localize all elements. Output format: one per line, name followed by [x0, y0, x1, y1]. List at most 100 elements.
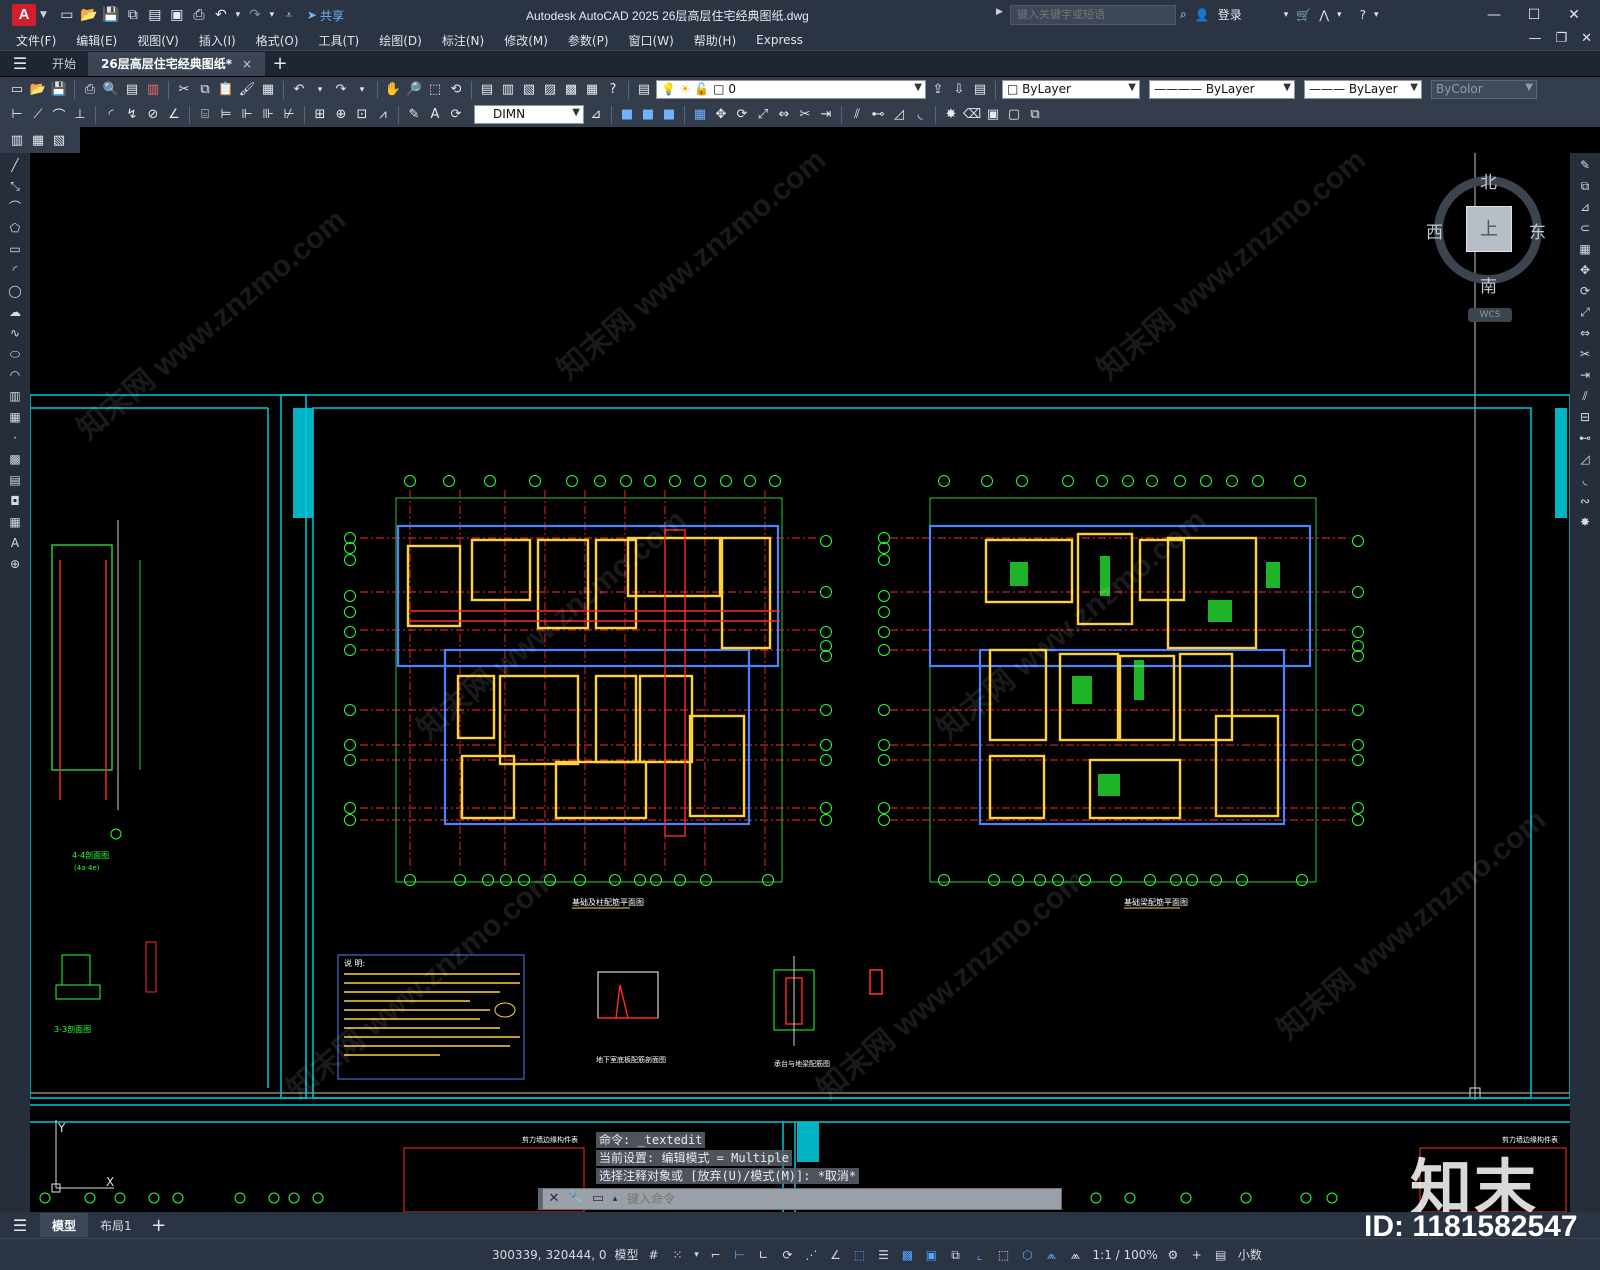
lineweight-dropdown[interactable]: ——— ByLayer ▼	[1304, 80, 1422, 99]
blockeditor-icon[interactable]: ▦	[259, 81, 277, 99]
dim-arc-icon[interactable]: ⌒	[50, 106, 68, 124]
lineweight-icon[interactable]: ☰	[875, 1246, 893, 1264]
chevron-up-icon[interactable]: ▴	[609, 1189, 621, 1209]
command-input[interactable]	[621, 1190, 1061, 1208]
dwf-icon[interactable]: ▥	[144, 81, 162, 99]
polyline-icon[interactable]: ⌒	[6, 198, 24, 216]
gradient-icon[interactable]: ▤	[6, 471, 24, 489]
fillet-icon[interactable]: ◟	[1576, 471, 1594, 489]
dim-baseline-icon[interactable]: ⊨	[217, 106, 235, 124]
minimize-icon[interactable]: —	[1474, 4, 1514, 26]
selection-cycling-icon[interactable]: ▣	[923, 1246, 941, 1264]
qnew-icon[interactable]: ▭	[8, 81, 26, 99]
copy-icon[interactable]: ■	[618, 106, 636, 124]
jogged-linear-icon[interactable]: ⩘	[374, 106, 392, 124]
plot-icon[interactable]: ⎙	[189, 5, 209, 25]
markup-icon[interactable]: ▩	[562, 81, 580, 99]
plot-preview-icon[interactable]: ▣	[167, 5, 187, 25]
save-icon[interactable]: 💾	[50, 81, 68, 99]
snap-icon[interactable]: ⁙	[669, 1246, 687, 1264]
selection-filter-icon[interactable]: ⬚	[995, 1246, 1013, 1264]
insert-block-icon[interactable]: ▥	[8, 131, 26, 149]
dim-update-icon[interactable]: ⟳	[447, 106, 465, 124]
menu-window[interactable]: 窗口(W)	[629, 32, 674, 49]
layer-state-icon[interactable]: ▤	[971, 81, 989, 99]
command-prompt-icon[interactable]: ▭	[587, 1189, 609, 1209]
array-icon[interactable]: ▦	[1576, 240, 1594, 258]
dim-edit-icon[interactable]: ✎	[405, 106, 423, 124]
sheetset-icon[interactable]: ▨	[541, 81, 559, 99]
search-icon[interactable]: ⌕	[1180, 7, 1187, 22]
app-menu-chevron-icon[interactable]: ▼	[40, 10, 47, 20]
menu-parametric[interactable]: 参数(P)	[568, 32, 609, 49]
dynamic-ucs-icon[interactable]: ⌞	[971, 1246, 989, 1264]
dim-space-icon[interactable]: ⊪	[259, 106, 277, 124]
ellipse-arc-icon[interactable]: ◠	[6, 366, 24, 384]
wcs-menu[interactable]: WCS	[1468, 308, 1512, 322]
toolpalettes-icon[interactable]: ▧	[520, 81, 538, 99]
compass-north[interactable]: 北	[1480, 168, 1497, 193]
isodraft-icon[interactable]: ⋰	[803, 1246, 821, 1264]
tolerance-icon[interactable]: ⊞	[311, 106, 329, 124]
rectangle-icon[interactable]: ▭	[6, 240, 24, 258]
saveas-icon[interactable]: ⧉	[123, 5, 143, 25]
break-icon[interactable]: ⊟	[1576, 408, 1594, 426]
join-icon[interactable]: ⊷	[1576, 429, 1594, 447]
menu-insert[interactable]: 插入(I)	[199, 32, 236, 49]
menu-view[interactable]: 视图(V)	[137, 32, 179, 49]
add-layout-icon[interactable]: +	[144, 1215, 174, 1236]
ellipse-icon[interactable]: ⬭	[6, 345, 24, 363]
preview-icon[interactable]: 🔍	[102, 81, 120, 99]
save-icon[interactable]: 💾	[101, 5, 121, 25]
layer-previous-icon[interactable]: ⇩	[950, 81, 968, 99]
make-current-icon[interactable]: ⇪	[929, 81, 947, 99]
ungroup-icon[interactable]: ▢	[1005, 106, 1023, 124]
ortho-icon[interactable]: ∟	[755, 1246, 773, 1264]
chamfer-icon[interactable]: ◿	[1576, 450, 1594, 468]
units-icon[interactable]: ▤	[1212, 1246, 1230, 1264]
redo-dropdown-icon[interactable]: ▾	[267, 5, 277, 25]
dim-continue-icon[interactable]: ⊩	[238, 106, 256, 124]
circle-icon[interactable]: ◯	[6, 282, 24, 300]
mirror-icon[interactable]: ⊿	[1576, 198, 1594, 216]
close-icon[interactable]: ✕	[1554, 4, 1594, 26]
center-mark-icon[interactable]: ⊕	[332, 106, 350, 124]
maximize-icon[interactable]: ☐	[1514, 4, 1554, 26]
tab-close-icon[interactable]: ×	[242, 57, 252, 71]
undo-dropdown-icon[interactable]: ▾	[233, 5, 243, 25]
chamfer-icon[interactable]: ◿	[890, 106, 908, 124]
line-icon[interactable]: ╱	[6, 156, 24, 174]
redo-list-icon[interactable]: ▾	[353, 81, 371, 99]
open-icon[interactable]: 📂	[29, 81, 47, 99]
tab-document[interactable]: 26层高层住宅经典图纸* ×	[89, 51, 266, 76]
drawing-canvas[interactable]: 基础及柱配筋平面图 基础梁配筋平面图 4-4剖面图 (4a-4e) 3-3剖面图…	[0, 153, 1600, 1212]
inspect-icon[interactable]: ⊡	[353, 106, 371, 124]
undo-list-icon[interactable]: ▾	[311, 81, 329, 99]
quick-dim-icon[interactable]: ⌸	[196, 106, 214, 124]
doc-minimize-icon[interactable]: —	[1528, 31, 1541, 46]
help-icon[interactable]: ?	[604, 81, 622, 99]
units-label[interactable]: 小数	[1238, 1246, 1262, 1263]
menu-edit[interactable]: 编辑(E)	[76, 32, 117, 49]
compass-south[interactable]: 南	[1480, 272, 1497, 297]
snap-dropdown-icon[interactable]: ▾	[693, 1246, 701, 1264]
break-at-point-icon[interactable]: ⫽	[1576, 387, 1594, 405]
insert-block-icon[interactable]: ▥	[6, 387, 24, 405]
region-icon[interactable]: ◘	[6, 492, 24, 510]
redo-icon[interactable]: ↷	[332, 81, 350, 99]
mirror-icon[interactable]: ■	[639, 106, 657, 124]
linetype-dropdown[interactable]: ———— ByLayer ▼	[1149, 80, 1295, 99]
tab-start[interactable]: 开始	[40, 51, 90, 76]
tab-layout1[interactable]: 布局1	[88, 1213, 144, 1237]
annotation-visibility-icon[interactable]: ⩕	[1043, 1246, 1061, 1264]
zoom-previous-icon[interactable]: ⟲	[447, 81, 465, 99]
move-icon[interactable]: ✥	[1576, 261, 1594, 279]
dim-radius-icon[interactable]: ◜	[102, 106, 120, 124]
undo-icon[interactable]: ↶	[211, 5, 231, 25]
matchprop-icon[interactable]: 🖌	[238, 81, 256, 99]
layer-properties-icon[interactable]: ▤	[635, 81, 653, 99]
plot-icon[interactable]: ⎙	[81, 81, 99, 99]
erase-icon[interactable]: ✎	[1576, 156, 1594, 174]
viewcube-top-face[interactable]: 上	[1466, 206, 1512, 252]
open-icon[interactable]: 📂	[79, 5, 99, 25]
